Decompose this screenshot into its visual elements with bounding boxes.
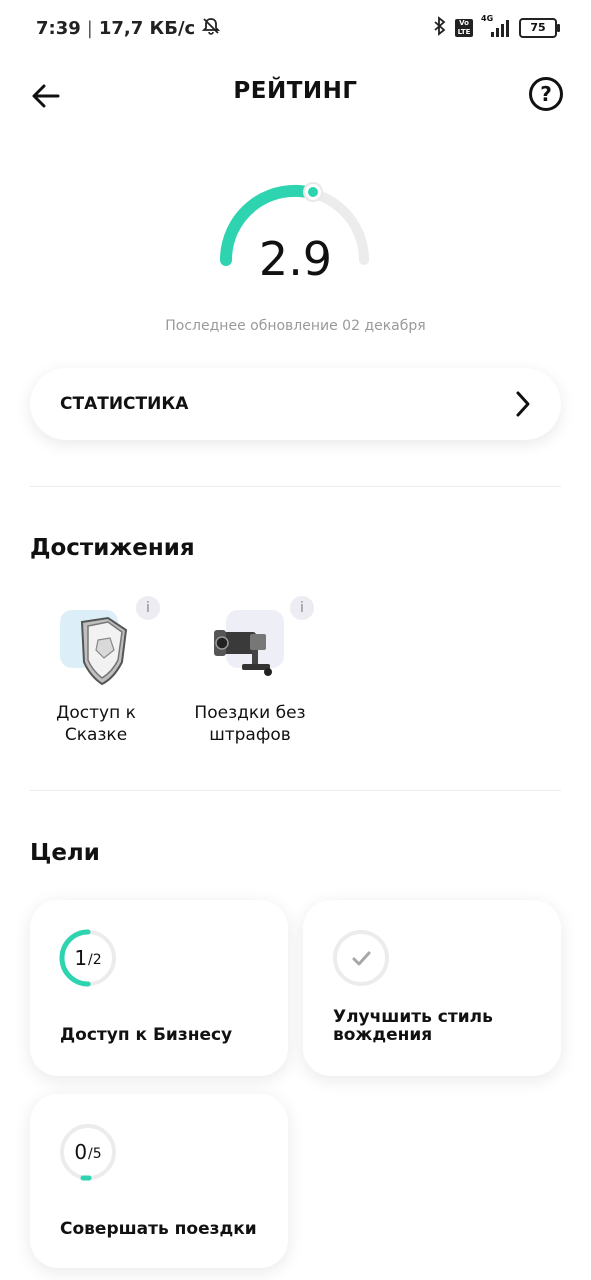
achievement-no-fines[interactable]: i Поездки без штрафов — [180, 596, 320, 756]
goal-label: Доступ к Бизнесу — [60, 1025, 233, 1045]
achievement-label-line1: Поездки без — [194, 703, 306, 723]
statistics-label: СТАТИСТИКА — [60, 394, 189, 414]
status-time: 7:39 — [36, 18, 81, 39]
question-circle-icon[interactable]: ? — [529, 77, 563, 111]
divider — [30, 486, 561, 487]
battery-icon: 75 — [519, 18, 560, 38]
achievement-fairy-tale[interactable]: i Доступ к Сказке — [26, 596, 166, 756]
status-bar: 7:39 | 17,7 КБ/с Vo LTE 4G 75 — [0, 0, 591, 56]
goal-card-business[interactable]: 1/2 Доступ к Бизнесу — [30, 900, 288, 1076]
goal-done: 0 — [74, 1140, 88, 1164]
achievement-label-line2: Сказке — [64, 725, 128, 745]
achievement-label-line2: штрафов — [209, 725, 291, 745]
last-update-text: Последнее обновление 02 декабря — [165, 318, 426, 334]
muted-bell-icon — [201, 16, 221, 41]
status-separator: | — [86, 18, 93, 39]
achievements-title: Достижения — [30, 535, 195, 561]
statistics-button[interactable]: СТАТИСТИКА — [30, 368, 561, 440]
goal-total: /2 — [88, 952, 102, 968]
signal-icon: 4G — [481, 14, 511, 38]
achievement-label-line1: Доступ к — [56, 703, 136, 723]
bluetooth-icon — [433, 16, 447, 40]
status-right: Vo LTE 4G 75 — [433, 14, 560, 40]
goals-title: Цели — [30, 840, 100, 866]
goal-label-line2: вождения — [333, 1025, 433, 1045]
goal-total: /5 — [88, 1146, 102, 1162]
goal-card-trips[interactable]: 0/5 Совершать поездки — [30, 1094, 288, 1268]
security-camera-icon — [214, 630, 272, 676]
status-speed: 17,7 КБ/с — [98, 18, 196, 39]
goal-done: 1 — [74, 946, 88, 970]
goal-card-driving-style[interactable]: Улучшить стиль вождения — [303, 900, 561, 1076]
check-icon — [333, 930, 389, 986]
gauge-knob-dot — [308, 187, 318, 197]
rating-value: 2.9 — [258, 232, 333, 286]
goal-progress-count: 0/5 — [58, 1122, 118, 1182]
chevron-right-icon — [516, 391, 530, 417]
goal-progress-count: 1/2 — [58, 928, 118, 988]
page-title: РЕЙТИНГ — [233, 78, 358, 104]
info-button[interactable]: i — [290, 596, 314, 620]
volte-icon: Vo LTE — [455, 19, 473, 37]
goal-label: Совершать поездки — [60, 1219, 257, 1239]
divider — [30, 790, 561, 791]
shield-icon — [80, 616, 128, 686]
status-left: 7:39 | 17,7 КБ/с — [36, 16, 221, 41]
header: РЕЙТИНГ ? — [0, 70, 591, 122]
info-button[interactable]: i — [136, 596, 160, 620]
